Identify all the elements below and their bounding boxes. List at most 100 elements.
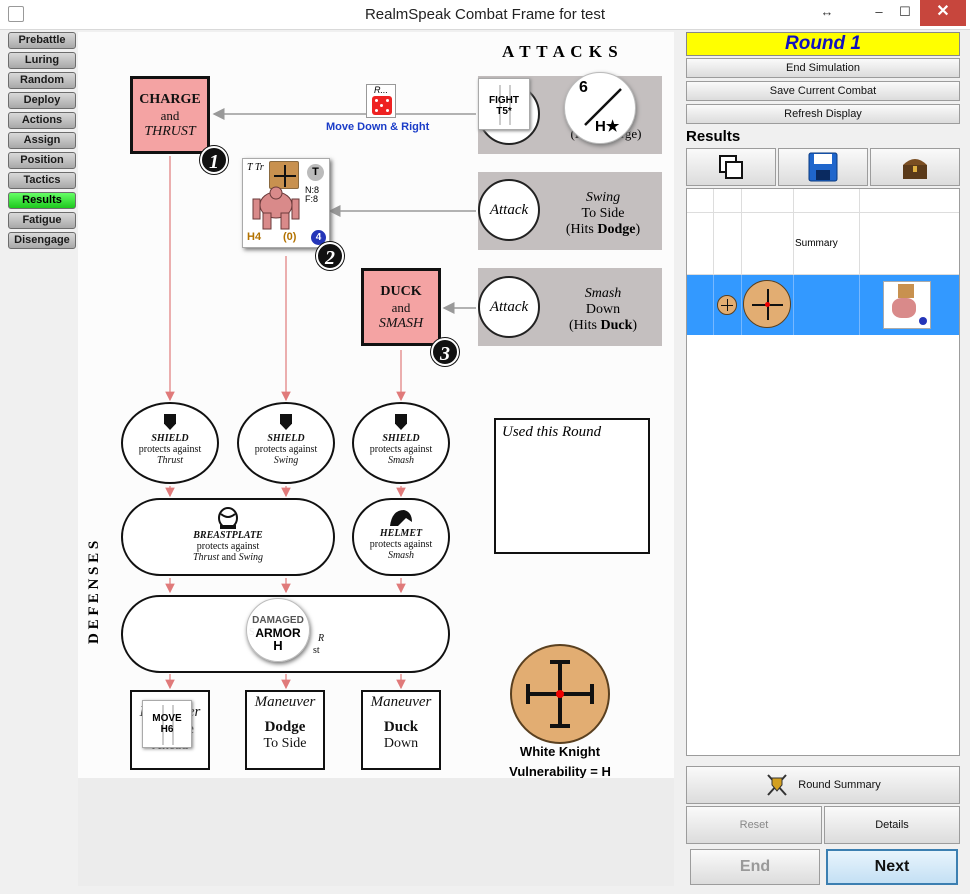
tab-fatigue[interactable]: Fatigue xyxy=(8,212,76,229)
shield-a-2: Swing xyxy=(273,455,299,466)
fight-chit-l2: T5* xyxy=(496,106,512,117)
swing-l3: (Hits Dodge) xyxy=(565,222,641,237)
tab-prebattle[interactable]: Prebattle xyxy=(8,32,76,49)
move-down-right-label: Move Down & Right xyxy=(326,121,430,133)
marker-2: 2 xyxy=(316,242,344,270)
shield-p-1: protects against xyxy=(138,444,202,455)
round-indicator: Round 1 xyxy=(686,32,960,56)
knight-chit-icon xyxy=(743,280,791,328)
move-chit-l1: MOVE xyxy=(152,713,182,724)
table-row[interactable]: Summary xyxy=(687,213,959,275)
armor-behind-bottom: st xyxy=(313,645,320,656)
maneuver-duck-b: Duck xyxy=(383,719,419,735)
treasure-chest-button[interactable] xyxy=(870,148,960,186)
smash-text: Smash Down (Hits Duck) xyxy=(550,286,656,334)
tab-position[interactable]: Position xyxy=(8,152,76,169)
charge-thrust-box[interactable]: CHARGE and THRUST xyxy=(130,76,210,154)
results-label: Results xyxy=(686,128,741,145)
summary-cell: Summary xyxy=(795,238,838,249)
knight-name: White Knight xyxy=(519,744,601,759)
weapon-chit[interactable]: 6 H★ xyxy=(564,72,636,144)
breastplate-name: BREASTPLATE xyxy=(193,530,263,541)
monster-chit[interactable]: T Tr T N:8 F:8 H4 (0) 4 xyxy=(242,158,330,248)
attack-label-2: Attack xyxy=(489,202,529,218)
breastplate-a: Thrust and Swing xyxy=(192,552,264,563)
tab-disengage[interactable]: Disengage xyxy=(8,232,76,249)
maneuver-dodge-b: Dodge xyxy=(264,719,306,735)
attack-circle-2[interactable]: Attack xyxy=(478,179,540,241)
copy-button[interactable] xyxy=(686,148,776,186)
refresh-display-button[interactable]: Refresh Display xyxy=(686,104,960,124)
small-knight-chit-icon xyxy=(717,295,737,315)
shield-swing-oval[interactable]: SHIELD protects against Swing xyxy=(237,402,335,484)
shield-a-3: Smash xyxy=(387,455,415,466)
shield-thrust-oval[interactable]: SHIELD protects against Thrust xyxy=(121,402,219,484)
white-knight-chit[interactable] xyxy=(510,644,610,744)
phase-tabs: Prebattle Luring Random Deploy Actions A… xyxy=(8,32,76,252)
breastplate-p: protects against xyxy=(196,541,260,552)
restore-size-icon[interactable]: ↔ xyxy=(810,0,844,26)
maneuver-duck-c: Down xyxy=(383,736,419,751)
table-header xyxy=(687,189,959,213)
used-this-round-label: Used this Round xyxy=(502,424,602,440)
maximize-button[interactable]: ☐ xyxy=(888,0,922,26)
die-chit[interactable]: R... xyxy=(366,84,396,118)
combat-board: A T T A C K S D E F E N S E S CHARGE and… xyxy=(78,32,674,779)
damaged-armor-chit[interactable]: DAMAGED ARMOR H xyxy=(246,598,310,662)
save-current-combat-button[interactable]: Save Current Combat xyxy=(686,81,960,101)
smash-label: SMASH xyxy=(378,316,424,331)
duck-smash-box[interactable]: DUCK and SMASH xyxy=(361,268,441,346)
tab-random[interactable]: Random xyxy=(8,72,76,89)
results-table: Summary xyxy=(686,188,960,756)
round-summary-label: Round Summary xyxy=(798,779,881,791)
shield-smash-oval[interactable]: SHIELD protects against Smash xyxy=(352,402,450,484)
tab-luring[interactable]: Luring xyxy=(8,52,76,69)
duck-label: DUCK xyxy=(380,284,422,299)
attack-circle-3[interactable]: Attack xyxy=(478,276,540,338)
next-button[interactable]: Next xyxy=(826,849,958,885)
shield-p-3: protects against xyxy=(369,444,433,455)
helmet-a: Smash xyxy=(387,550,415,561)
end-button[interactable]: End xyxy=(690,849,820,885)
maneuver-duck-title: Maneuver xyxy=(370,694,432,710)
copy-icon xyxy=(719,155,743,179)
maneuver-dodge-title: Maneuver xyxy=(254,694,316,710)
end-simulation-button[interactable]: End Simulation xyxy=(686,58,960,78)
red-die-icon xyxy=(372,96,392,115)
fight-chit-l1: FIGHT xyxy=(489,95,519,106)
tab-actions[interactable]: Actions xyxy=(8,112,76,129)
move-chit[interactable]: MOVE H6 xyxy=(142,700,192,748)
tab-results[interactable]: Results xyxy=(8,192,76,209)
monster-chit-tl: T Tr xyxy=(247,162,264,173)
crossed-swords-shield-icon xyxy=(767,774,787,796)
die-chit-label: R... xyxy=(373,85,388,95)
tab-deploy[interactable]: Deploy xyxy=(8,92,76,109)
smash-l3: (Hits Duck) xyxy=(568,318,638,333)
maneuver-dodge-c: To Side xyxy=(263,736,307,751)
helmet-oval[interactable]: HELMET protects against Smash xyxy=(352,498,450,576)
tab-tactics[interactable]: Tactics xyxy=(8,172,76,189)
tab-assign[interactable]: Assign xyxy=(8,132,76,149)
board-footer-area xyxy=(78,778,674,886)
table-row-selected[interactable] xyxy=(687,275,959,335)
shield-name-2: SHIELD xyxy=(267,433,305,444)
details-button[interactable]: Details xyxy=(824,806,960,844)
save-disk-button[interactable] xyxy=(778,148,868,186)
monster-tag: T xyxy=(307,164,324,181)
helmet-name: HELMET xyxy=(379,528,423,539)
breastplate-oval[interactable]: BREASTPLATE protects against Thrust and … xyxy=(121,498,335,576)
maneuver-duck-box[interactable]: Maneuver Duck Down xyxy=(361,690,441,770)
charge-label: CHARGE xyxy=(139,92,201,107)
title-bar: RealmSpeak Combat Frame for test ↔ – ☐ ✕ xyxy=(0,0,970,30)
floppy-disk-icon xyxy=(808,152,838,182)
charge-and: and xyxy=(160,108,180,123)
reset-button[interactable]: Reset xyxy=(686,806,822,844)
duck-and: and xyxy=(391,300,411,315)
armor-behind-right: R xyxy=(318,633,325,644)
close-button[interactable]: ✕ xyxy=(920,0,966,26)
maneuver-dodge-box[interactable]: Maneuver Dodge To Side xyxy=(245,690,325,770)
round-summary-button[interactable]: Round Summary xyxy=(686,766,960,804)
attacks-header: A T T A C K S xyxy=(502,42,619,61)
fight-chit[interactable]: FIGHT T5* xyxy=(478,78,530,130)
swing-text: Swing To Side (Hits Dodge) xyxy=(550,190,656,238)
